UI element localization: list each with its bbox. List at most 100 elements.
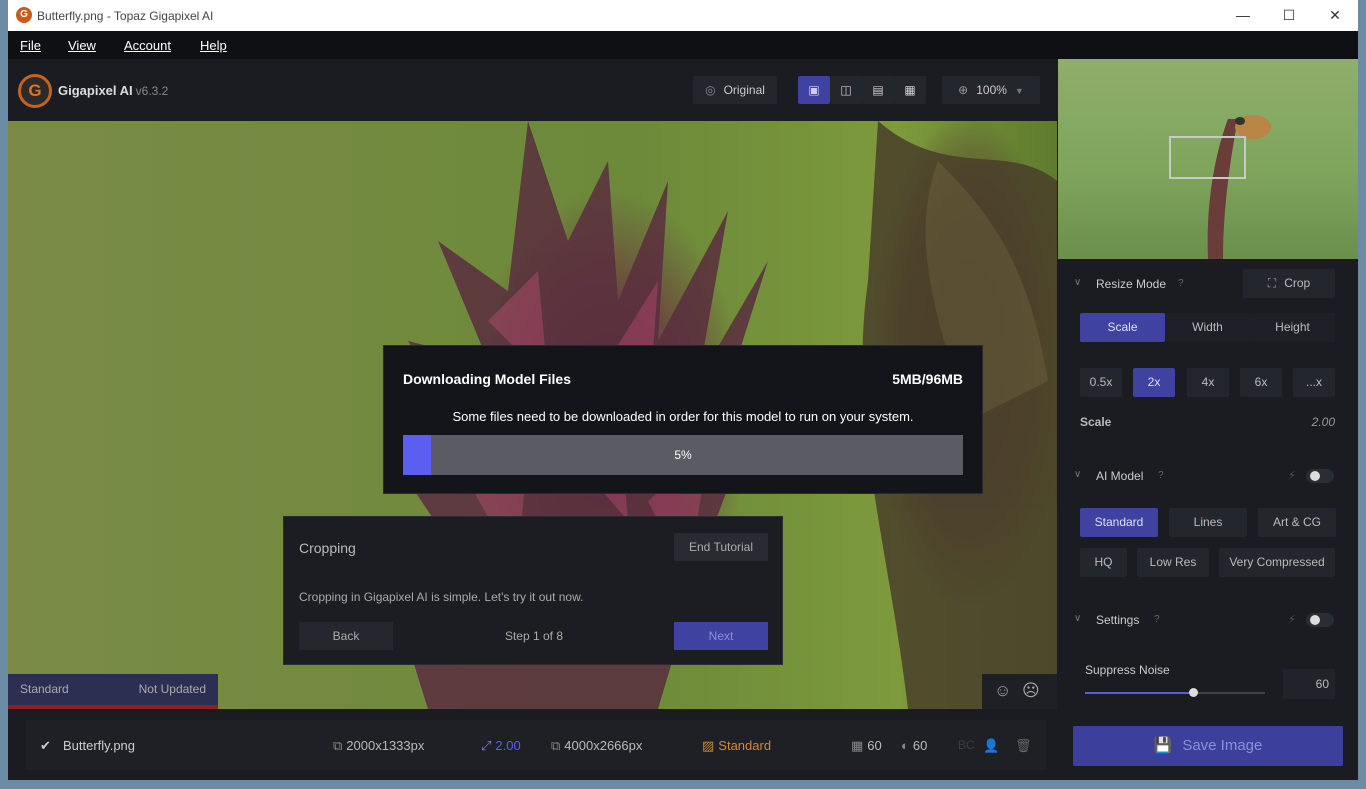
expand-icon: ⤢ [481,738,492,753]
tutorial-title: Cropping [299,540,356,556]
app-icon: G [16,7,32,23]
navigator-viewport-box[interactable] [1169,136,1246,179]
model-artcg-button[interactable]: Art & CG [1258,508,1336,537]
download-progress-bar: 5% [403,435,963,475]
file-name: Butterfly.png [63,738,136,753]
model-status-banner: Standard Not Updated [8,674,218,709]
model-lowres-button[interactable]: Low Res [1137,548,1209,577]
status-model: Standard [20,682,69,696]
model-standard-button[interactable]: Standard [1080,508,1158,537]
modal-message: Some files need to be downloaded in orde… [452,409,914,424]
tutorial-next-button[interactable]: Next [674,622,768,650]
file-row[interactable] [26,720,1046,770]
menu-file[interactable]: File [20,38,41,53]
side-by-side-icon: ▤ [872,83,884,97]
bottom-bar: ✔ Butterfly.png ⧉ 2000x1333px ⤢ 2.00 ⧉ 4000… [8,709,1358,780]
file-checked-icon[interactable]: ✔ [40,738,51,754]
menu-account[interactable]: Account [124,38,171,53]
blur-icon: ◐ [901,738,909,753]
minimize-button[interactable]: — [1220,0,1266,31]
scale-info: ⤢ 2.00 [481,738,521,754]
crop-button[interactable]: ⛶ Crop [1243,269,1335,298]
menu-bar: File View Account Help [8,31,1358,59]
maximize-button[interactable]: ☐ [1266,0,1312,31]
status-state: Not Updated [138,682,206,696]
scale-custom-button[interactable]: ...x [1293,368,1335,397]
app-version: v6.3.2 [135,84,169,98]
model-lines-button[interactable]: Lines [1169,508,1247,537]
grid-view-icon: ▦ [904,83,916,97]
model-info: ▨ Standard [702,738,771,754]
suppress-noise-knob[interactable] [1189,688,1198,697]
output-size: 4000x2666px [564,738,643,753]
auto-icon: ⚡ [1288,470,1296,482]
scale-4x-button[interactable]: 4x [1187,368,1229,397]
eye-off-icon: ◎ [705,83,716,97]
suppress-noise-value[interactable]: 60 [1283,669,1335,699]
tutorial-panel: Cropping End Tutorial Cropping in Gigapi… [283,516,783,665]
crop-icon: ⛶ [1267,276,1277,290]
face-icon[interactable]: 👤 [983,738,999,754]
ai-model-help-icon[interactable]: ? [1158,470,1164,481]
crop-label: Crop [1284,276,1311,290]
gigapixel-logo-icon: G [18,74,52,108]
scale-label: Scale [1080,415,1112,429]
output-size-icon: ⧉ [551,738,561,753]
app-brand: Gigapixel AI v6.3.2 [58,83,168,98]
scale-6x-button[interactable]: 6x [1240,368,1282,397]
single-view-icon: ▣ [808,83,820,97]
mode-height-button[interactable]: Height [1250,313,1335,342]
zoom-icon: ⊕ [958,83,969,97]
navigator-preview[interactable] [1058,59,1358,259]
input-size-info: ⧉ 2000x1333px [333,738,424,754]
resize-mode-header: Resize Mode [1096,277,1167,291]
chevron-down-icon: ▼ [1014,86,1024,96]
single-view-button[interactable]: ▣ [798,76,830,104]
download-modal: Downloading Model Files 5MB/96MB Some fi… [383,345,983,494]
original-toggle-button[interactable]: ◎ Original [693,76,777,104]
modal-title: Downloading Model Files [403,371,571,387]
settings-auto-icon: ⚡ [1288,614,1296,626]
mode-scale-button[interactable]: Scale [1080,313,1165,342]
save-image-button[interactable]: 💾 Save Image [1073,726,1343,766]
model-very-compressed-button[interactable]: Very Compressed [1219,548,1335,577]
bottom-blur: 60 [912,738,928,753]
settings-collapse-icon[interactable]: ∨ [1074,613,1081,624]
aimodel-collapse-icon[interactable]: ∨ [1074,469,1081,480]
scale-05x-button[interactable]: 0.5x [1080,368,1122,397]
noise-info: ▦ 60 [851,738,882,754]
end-tutorial-button[interactable]: End Tutorial [674,533,768,561]
trash-icon[interactable]: 🗑 [1015,738,1032,754]
suppress-noise-fill [1085,692,1193,694]
grid-view-button[interactable]: ▦ [894,76,926,104]
ai-model-auto-toggle[interactable] [1306,469,1334,483]
app-name: Gigapixel AI [58,83,133,98]
close-button[interactable]: ✕ [1312,0,1358,31]
suppress-noise-slider[interactable] [1085,688,1265,697]
resize-help-icon[interactable]: ? [1178,278,1184,289]
side-by-side-view-button[interactable]: ▤ [862,76,894,104]
resize-collapse-icon[interactable]: ∨ [1074,277,1081,288]
title-bar: G Butterfly.png - Topaz Gigapixel AI — ☐… [8,0,1358,31]
neutral-face-icon[interactable]: ☹ [1022,681,1040,701]
model-hq-button[interactable]: HQ [1080,548,1127,577]
scale-2x-button[interactable]: 2x [1133,368,1175,397]
split-view-button[interactable]: ◫ [830,76,862,104]
settings-auto-toggle[interactable] [1306,613,1334,627]
save-label: Save Image [1182,737,1263,754]
download-size: 5MB/96MB [892,371,963,387]
menu-view[interactable]: View [68,38,96,53]
menu-help[interactable]: Help [200,38,227,53]
bottom-noise: 60 [867,738,882,753]
mode-width-button[interactable]: Width [1165,313,1250,342]
smile-face-icon[interactable]: ☺ [994,681,1011,701]
settings-help-icon[interactable]: ? [1154,614,1160,625]
zoom-dropdown[interactable]: ⊕ 100% ▼ [942,76,1040,104]
scale-value[interactable]: 2.00 [1312,415,1335,429]
ai-model-header: AI Model [1096,469,1144,483]
output-size-info: ⧉ 4000x2666px [551,738,642,754]
feedback-panel: ☺ ☹ [982,674,1057,709]
image-size-icon: ⧉ [333,738,343,753]
progress-label: 5% [674,448,692,462]
app-window: G Butterfly.png - Topaz Gigapixel AI — ☐… [8,0,1358,780]
